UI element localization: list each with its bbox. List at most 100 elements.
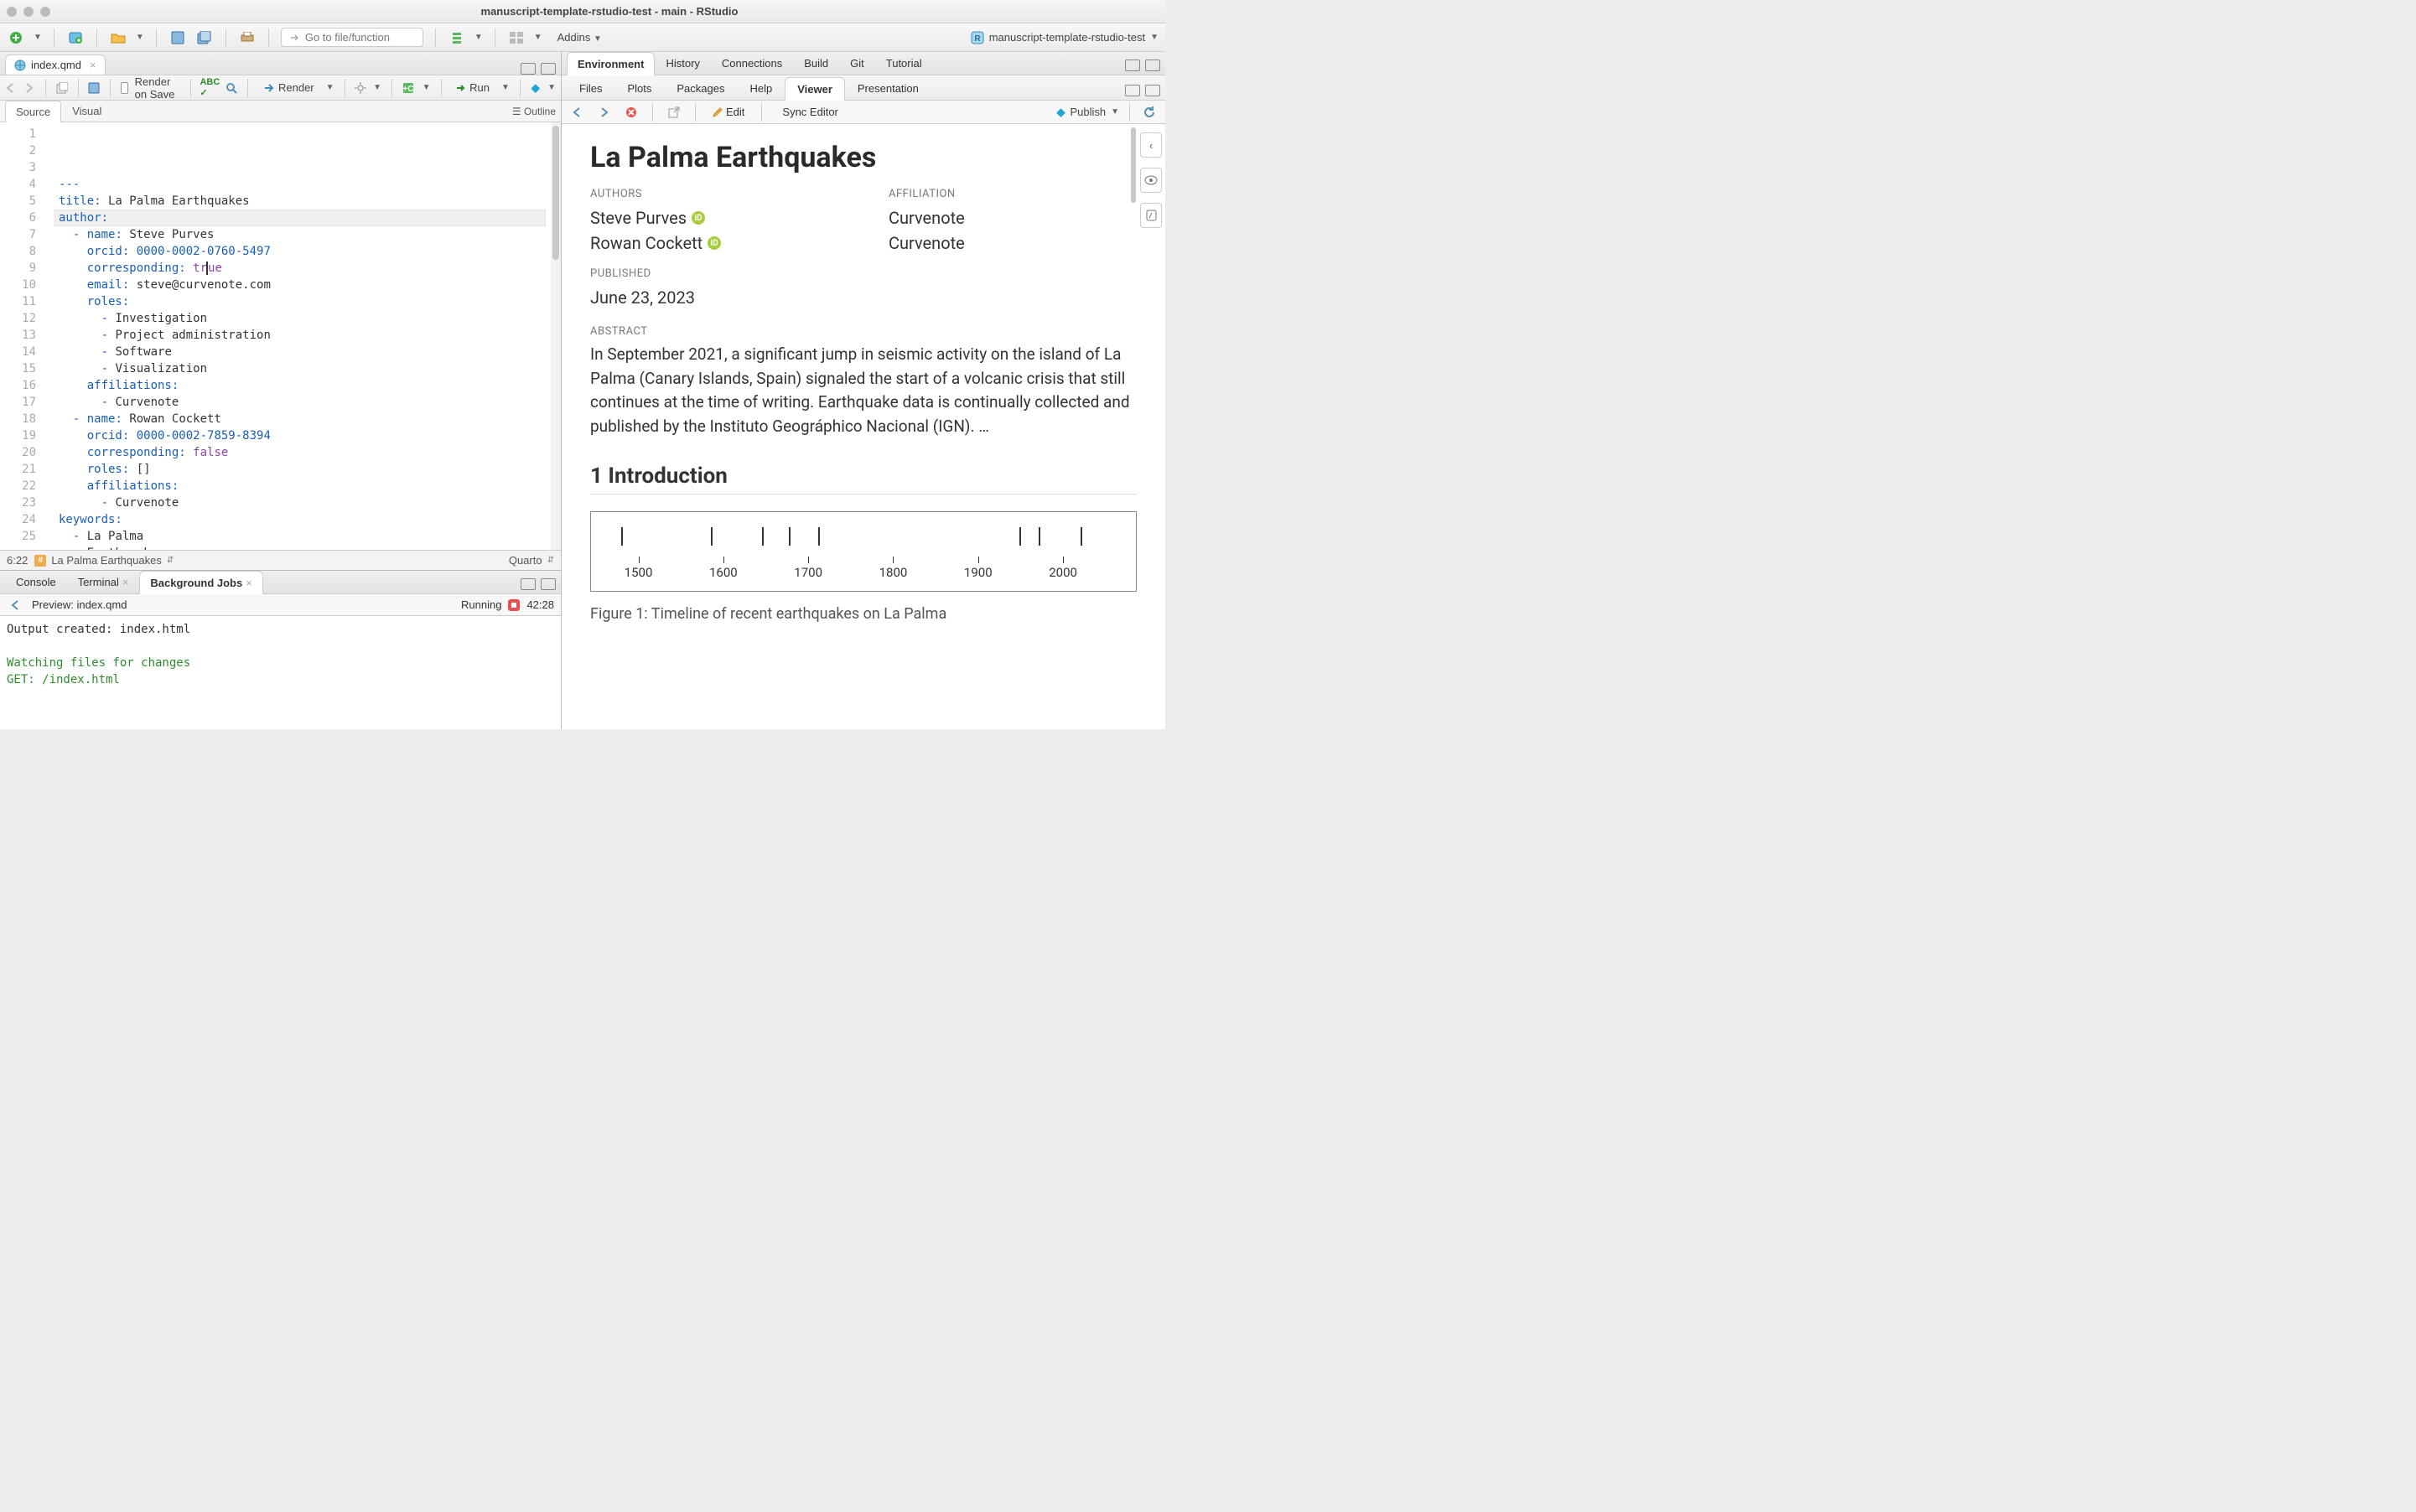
viewer-clear-icon[interactable]	[622, 103, 640, 122]
print-icon[interactable]	[238, 28, 257, 47]
new-file-dropdown[interactable]: ▼	[34, 33, 42, 42]
viewer-back-icon[interactable]	[568, 103, 587, 122]
job-state: Running	[461, 598, 501, 611]
tab-files[interactable]: Files	[567, 76, 614, 100]
tab-viewer[interactable]: Viewer	[785, 77, 845, 101]
notebook-icon[interactable]	[1140, 203, 1162, 228]
spellcheck-icon[interactable]: ABC✓	[200, 79, 219, 97]
viewer-refresh-icon[interactable]	[1140, 103, 1159, 122]
tab-packages[interactable]: Packages	[664, 76, 737, 100]
maximize-pane-icon[interactable]	[541, 63, 556, 75]
window-controls[interactable]	[7, 7, 50, 17]
stop-job-icon[interactable]	[508, 599, 520, 611]
render-button[interactable]: Render	[258, 80, 319, 96]
maximize-console-icon[interactable]	[541, 578, 556, 590]
tab-git[interactable]: Git	[839, 51, 875, 75]
tab-history[interactable]: History	[655, 51, 710, 75]
tab-environment[interactable]: Environment	[567, 52, 655, 75]
toc-toggle-icon[interactable]: ‹	[1140, 132, 1162, 158]
viewer-toolbar: Edit Sync Editor ◆Publish ▼	[562, 101, 1165, 124]
save-icon[interactable]	[168, 28, 187, 47]
visual-tab[interactable]: Visual	[61, 100, 112, 122]
editor-scrollbar[interactable]	[551, 122, 561, 550]
terminal-tab[interactable]: Terminal×	[67, 570, 140, 593]
figure-caption: Figure 1: Timeline of recent earthquakes…	[590, 605, 1137, 623]
tab-help[interactable]: Help	[737, 76, 785, 100]
zoom-window[interactable]	[40, 7, 50, 17]
run-button[interactable]: Run	[451, 80, 495, 96]
new-project-icon[interactable]	[66, 28, 85, 47]
save-doc-icon[interactable]	[88, 79, 100, 97]
timeline-chart: 150016001700180019002000	[590, 511, 1137, 592]
code-editor[interactable]: 1234567891011121314151617181920212223242…	[0, 122, 561, 550]
gear-icon[interactable]	[355, 79, 366, 97]
new-file-icon[interactable]	[7, 28, 25, 47]
project-selector[interactable]: R manuscript-template-rstudio-test ▼	[971, 31, 1159, 44]
nav-forward-icon[interactable]	[23, 79, 35, 97]
project-icon: R	[971, 31, 984, 44]
goto-placeholder: Go to file/function	[305, 31, 390, 44]
source-tab[interactable]: Source	[5, 101, 61, 123]
pencil-icon	[713, 107, 723, 117]
viewer-edit-button[interactable]: Edit	[708, 104, 749, 120]
insert-chunk-icon[interactable]: +C	[402, 79, 416, 97]
open-recent-dropdown[interactable]: ▼	[136, 33, 144, 42]
minimize-console-icon[interactable]	[521, 578, 536, 590]
goto-file-function[interactable]: Go to file/function	[281, 28, 423, 47]
render-on-save-checkbox[interactable]	[121, 82, 128, 94]
svg-text:R: R	[974, 34, 981, 44]
author-2: Rowan CockettiD	[590, 230, 838, 256]
view-icon[interactable]	[1140, 168, 1162, 193]
minimize-window[interactable]	[23, 7, 34, 17]
job-back-icon[interactable]	[7, 596, 25, 614]
doc-title: La Palma Earthquakes	[590, 141, 1137, 174]
line-gutter: 1234567891011121314151617181920212223242…	[0, 122, 54, 550]
console-tab[interactable]: Console	[5, 570, 67, 593]
affiliation-label: AFFILIATION	[889, 188, 1137, 200]
close-bgjobs-icon[interactable]: ×	[246, 577, 252, 589]
job-time: 42:28	[526, 598, 554, 611]
section-breadcrumb[interactable]: # La Palma Earthquakes ⇵	[34, 554, 174, 567]
background-jobs-tab[interactable]: Background Jobs×	[139, 571, 262, 594]
code-area[interactable]: ---title: La Palma Earthquakesauthor: - …	[54, 122, 554, 550]
maximize-env-icon[interactable]	[1145, 60, 1160, 71]
minimize-env-icon[interactable]	[1125, 60, 1140, 71]
tab-connections[interactable]: Connections	[711, 51, 793, 75]
close-terminal-icon[interactable]: ×	[122, 576, 129, 588]
find-icon[interactable]	[226, 79, 237, 97]
viewer-preview[interactable]: La Palma Earthquakes AUTHORS Steve Purve…	[562, 124, 1165, 729]
viewer-popout-icon[interactable]	[665, 103, 683, 122]
save-all-icon[interactable]	[195, 28, 214, 47]
close-window[interactable]	[7, 7, 17, 17]
affiliation-2: Curvenote	[889, 230, 1137, 256]
viewer-publish-button[interactable]: ◆Publish ▼	[1056, 106, 1119, 119]
panes-icon[interactable]	[507, 28, 526, 47]
maximize-viewer-icon[interactable]	[1145, 85, 1160, 96]
viewer-forward-icon[interactable]	[595, 103, 614, 122]
console-output[interactable]: Output created: index.html Watching file…	[0, 616, 561, 729]
tab-build[interactable]: Build	[793, 51, 839, 75]
publish-icon[interactable]: ◆	[530, 79, 541, 97]
editor-tab-index-qmd[interactable]: index.qmd ×	[5, 54, 106, 75]
close-tab-icon[interactable]: ×	[90, 59, 96, 71]
minimize-pane-icon[interactable]	[521, 63, 536, 75]
minimize-viewer-icon[interactable]	[1125, 85, 1140, 96]
show-in-new-window-icon[interactable]	[56, 79, 68, 97]
orcid-icon[interactable]: iD	[692, 211, 705, 225]
editor-tabstrip: index.qmd ×	[0, 52, 561, 75]
document-mode[interactable]: Quarto	[509, 554, 542, 567]
tools-icon[interactable]	[448, 28, 466, 47]
editor-statusbar: 6:22 # La Palma Earthquakes ⇵ Quarto ⇵	[0, 550, 561, 570]
tab-plots[interactable]: Plots	[614, 76, 664, 100]
main-toolbar: ▼ ▼ Go to file/function ▼ ▼ Addins ▼ R m…	[0, 23, 1165, 52]
addins-menu[interactable]: Addins ▼	[551, 28, 609, 47]
open-file-icon[interactable]	[109, 28, 127, 47]
outline-toggle[interactable]: ☰ Outline	[512, 106, 556, 117]
orcid-icon[interactable]: iD	[708, 236, 721, 250]
bottom-right-tabs: FilesPlotsPackagesHelpViewerPresentation	[562, 75, 1165, 101]
preview-scrollbar[interactable]	[1130, 124, 1137, 729]
tab-tutorial[interactable]: Tutorial	[875, 51, 933, 75]
cursor-position: 6:22	[7, 554, 28, 567]
tab-presentation[interactable]: Presentation	[845, 76, 931, 100]
nav-back-icon[interactable]	[5, 79, 17, 97]
